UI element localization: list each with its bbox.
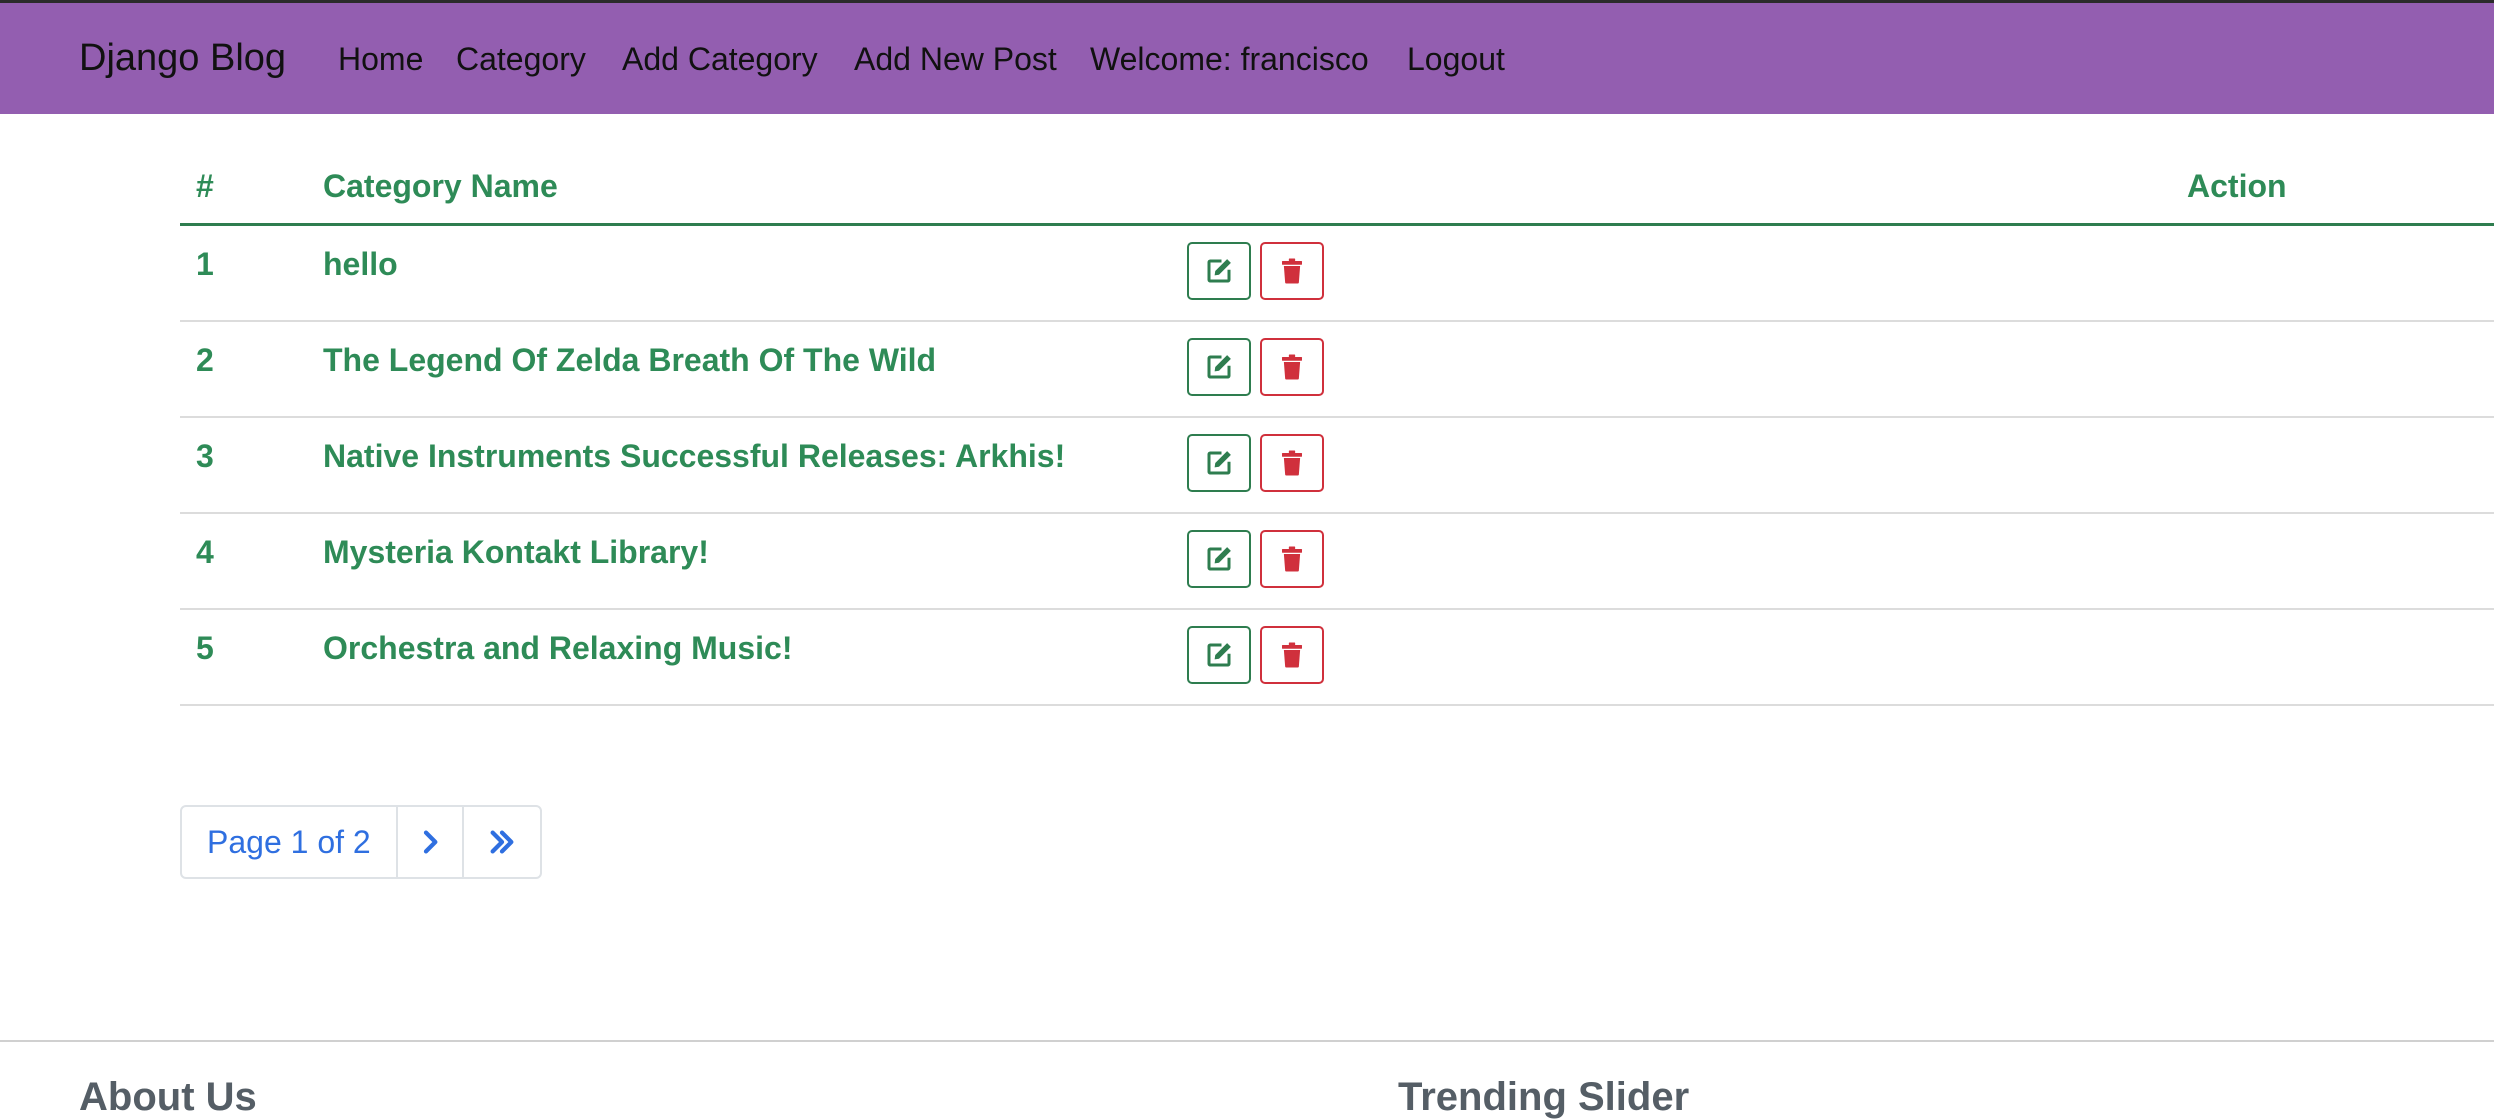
last-page-button[interactable]: [464, 807, 540, 877]
header-number: #: [196, 168, 214, 204]
delete-button[interactable]: [1260, 434, 1324, 492]
nav-link-add-category[interactable]: Add Category: [622, 41, 818, 78]
category-name: Orchestra and Relaxing Music!: [323, 630, 793, 666]
category-table: # Category Name Action 1 hello 2 The Legend…: [180, 150, 2494, 706]
edit-button[interactable]: [1187, 434, 1251, 492]
table-body: 1 hello 2 The Legend Of Zelda Breath Of The…: [180, 226, 2494, 706]
header-category-name: Category Name: [323, 168, 558, 204]
row-number: 1: [196, 246, 214, 282]
table-row: 2 The Legend Of Zelda Breath Of The Wild: [180, 322, 2494, 418]
trash-icon: [1282, 642, 1302, 668]
delete-button[interactable]: [1260, 626, 1324, 684]
trash-icon: [1282, 450, 1302, 476]
table-row: 1 hello: [180, 226, 2494, 322]
edit-icon: [1207, 643, 1231, 667]
category-name: Native Instruments Successful Releases: …: [323, 438, 1066, 474]
page-info[interactable]: Page 1 of 2: [182, 807, 398, 877]
delete-button[interactable]: [1260, 242, 1324, 300]
table-row: 5 Orchestra and Relaxing Music!: [180, 610, 2494, 706]
row-number: 5: [196, 630, 214, 666]
footer-divider: [0, 1040, 2494, 1042]
trash-icon: [1282, 258, 1302, 284]
footer-trending-heading: Trending Slider: [1398, 1075, 1690, 1119]
delete-button[interactable]: [1260, 530, 1324, 588]
edit-button[interactable]: [1187, 338, 1251, 396]
edit-button[interactable]: [1187, 626, 1251, 684]
edit-button[interactable]: [1187, 242, 1251, 300]
edit-icon: [1207, 355, 1231, 379]
row-number: 2: [196, 342, 214, 378]
table-row: 3 Native Instruments Successful Releases:…: [180, 418, 2494, 514]
brand-link[interactable]: Django Blog: [79, 37, 286, 80]
table-header: # Category Name Action: [180, 150, 2494, 226]
navbar: Django Blog Home Category Add Category A…: [0, 0, 2494, 114]
delete-button[interactable]: [1260, 338, 1324, 396]
nav-welcome-user[interactable]: Welcome: francisco: [1090, 41, 1369, 78]
nav-link-add-new-post[interactable]: Add New Post: [854, 41, 1057, 78]
double-chevron-right-icon: [490, 830, 514, 854]
edit-button[interactable]: [1187, 530, 1251, 588]
chevron-right-icon: [423, 830, 438, 854]
trash-icon: [1282, 354, 1302, 380]
footer-about-heading: About Us: [79, 1075, 257, 1119]
row-number: 4: [196, 534, 214, 570]
category-name: The Legend Of Zelda Breath Of The Wild: [323, 342, 937, 378]
edit-icon: [1207, 451, 1231, 475]
nav-link-logout[interactable]: Logout: [1407, 41, 1505, 78]
category-name: Mysteria Kontakt Library!: [323, 534, 709, 570]
nav-link-home[interactable]: Home: [338, 41, 423, 78]
table-row: 4 Mysteria Kontakt Library!: [180, 514, 2494, 610]
header-action: Action: [2187, 168, 2287, 204]
trash-icon: [1282, 546, 1302, 572]
edit-icon: [1207, 547, 1231, 571]
pagination: Page 1 of 2: [180, 805, 542, 879]
nav-link-category[interactable]: Category: [456, 41, 586, 78]
category-name: hello: [323, 246, 398, 282]
row-number: 3: [196, 438, 214, 474]
edit-icon: [1207, 259, 1231, 283]
next-page-button[interactable]: [398, 807, 464, 877]
